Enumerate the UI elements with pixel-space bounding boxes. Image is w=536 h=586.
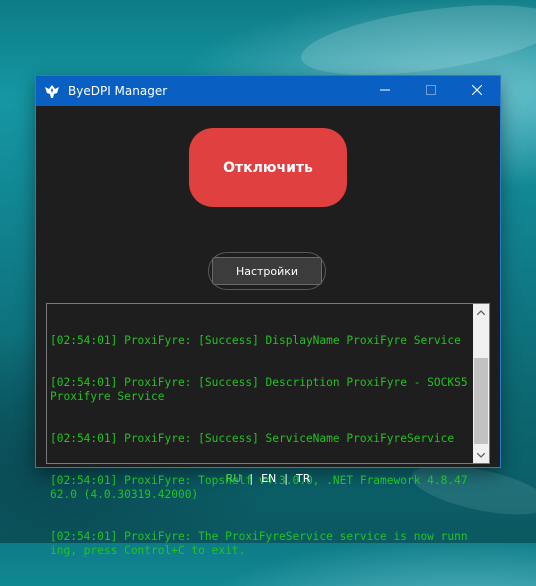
maximize-icon — [426, 84, 436, 98]
settings-button[interactable]: Настройки — [212, 257, 322, 285]
log-output[interactable]: [02:54:01] ProxiFyre: [Success] DisplayN… — [46, 303, 490, 557]
maximize-button[interactable] — [408, 76, 454, 106]
log-line: [02:54:01] ProxiFyre: [Success] DisplayN… — [50, 334, 461, 347]
log-line: [02:54:01] ProxiFyre: The ProxiFyreServi… — [50, 530, 468, 557]
log-line: [02:54:01] ProxiFyre: [Success] ServiceN… — [50, 432, 455, 445]
title-bar[interactable]: ByeDPI Manager — [36, 76, 500, 106]
main-content: Отключить Настройки [02:54:01] ProxiFyre… — [36, 106, 500, 557]
window-title: ByeDPI Manager — [68, 84, 168, 98]
language-separator: | — [249, 472, 254, 485]
minimize-button[interactable] — [362, 76, 408, 106]
language-selector: RU | EN | TR — [36, 472, 500, 485]
disconnect-button[interactable]: Отключить — [189, 128, 347, 207]
minimize-icon — [380, 84, 390, 98]
settings-button-frame: Настройки — [208, 252, 326, 290]
language-en-link[interactable]: EN — [261, 472, 276, 485]
log-text-area: [02:54:01] ProxiFyre: [Success] DisplayN… — [50, 306, 471, 586]
close-icon — [471, 84, 483, 98]
scroll-thumb[interactable] — [474, 358, 488, 444]
language-separator: | — [284, 472, 288, 485]
bird-logo-icon — [44, 83, 60, 99]
app-window: ByeDPI Manager Отключить Настройки [02:5… — [36, 76, 500, 557]
scroll-up-arrow-icon[interactable] — [473, 304, 489, 320]
log-line: [02:54:01] ProxiFyre: [Success] Descript… — [50, 376, 475, 403]
language-tr-link[interactable]: TR — [296, 472, 310, 485]
language-ru-link[interactable]: RU — [226, 472, 242, 485]
close-button[interactable] — [454, 76, 500, 106]
log-scrollbar[interactable] — [473, 304, 489, 463]
scroll-down-arrow-icon[interactable] — [473, 447, 489, 463]
desktop-background-highlight — [297, 0, 536, 88]
